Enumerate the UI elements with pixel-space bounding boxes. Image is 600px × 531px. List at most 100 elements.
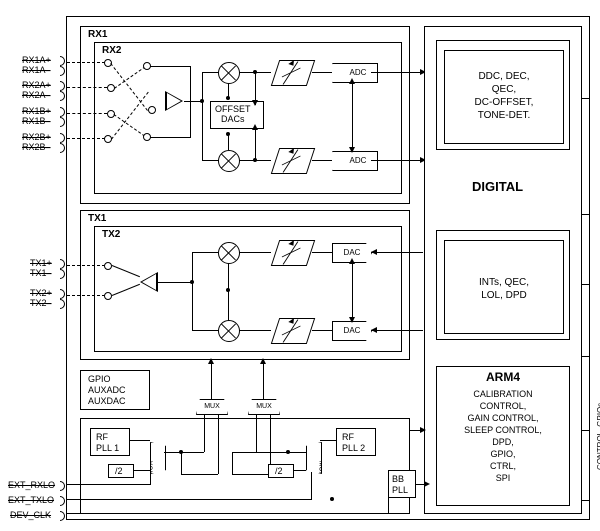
wire [582,500,590,501]
pin-rx2a-plus: RX2A+ [22,80,51,90]
pin-shape [60,299,65,309]
arrow-icon [349,317,355,323]
adc-label: ADC [350,68,367,77]
wire [228,263,229,321]
wire [192,252,218,253]
arrow-icon [371,327,377,333]
arrow-icon [260,358,266,364]
pin-tx2-plus: TX2+ [30,288,52,298]
pin-shape [60,107,65,117]
dashed-line [67,295,105,296]
rf-pll1-label: RF PLL 1 [96,432,119,454]
wire [320,440,336,441]
wire [67,484,150,485]
tx2-label: TX2 [102,230,120,240]
tx1-label: TX1 [88,214,106,224]
wire [311,472,312,500]
node-dot [226,96,230,100]
wire [582,284,590,285]
arrow-icon [252,100,258,106]
wire [312,330,332,331]
wire [312,160,332,161]
pin-rx1b-plus: RX1B+ [22,106,51,116]
dashed-line [67,265,105,266]
dac-block: DAC [332,321,372,341]
arrow-icon [208,358,214,364]
wire [150,462,151,485]
arrow-icon [371,249,377,255]
wire [239,330,271,331]
mux-block: MUX [248,399,280,415]
wire [371,72,423,73]
wire [190,66,191,138]
wire [158,282,192,283]
mux-block: MUX [196,399,228,415]
wire [181,474,218,475]
pin-shape [60,66,65,76]
mixer-icon [218,150,240,172]
wire [202,72,203,160]
wire [582,356,590,357]
pin-shape [60,56,65,66]
dashed-line [67,113,107,114]
rx2-label: RX2 [102,46,121,56]
pin-shape [60,91,65,101]
mux-vert-block: MUX [150,442,166,474]
wire [181,452,182,474]
wire [294,470,306,471]
dashed-line [67,62,105,63]
pa-icon [140,272,158,292]
pin-rx2b-plus: RX2B+ [22,132,51,142]
dac-label: DAC [344,326,361,335]
wire [228,135,229,150]
pin-shape [60,269,65,279]
wire [371,330,423,331]
wire [164,452,204,453]
pin-shape [60,81,65,91]
wire [211,362,212,399]
switch-node [104,292,112,300]
adc-label: ADC [350,156,367,165]
pin-tx1-plus: TX1+ [30,258,52,268]
wire [67,513,388,514]
dashed-line [67,138,105,139]
wire [582,214,590,215]
wire [204,414,205,452]
wire [130,440,150,441]
wire [312,252,332,253]
pin-shape [60,289,65,299]
mux-label: MUX [256,403,272,410]
wire [371,252,423,253]
node-dot [226,288,230,292]
pin-rx1a-minus: RX1A– [22,65,51,75]
arrow-icon [349,147,355,153]
pin-shape [60,496,65,506]
arrow-icon [420,427,426,433]
node-dot [330,497,334,501]
digital-label: DIGITAL [472,182,523,192]
wire [255,128,256,161]
wire [582,98,590,99]
wire [352,82,353,151]
arrow-icon [349,258,355,264]
pin-tx1-minus: TX1– [30,268,52,278]
wire [150,137,190,138]
wire [232,474,268,475]
wire [388,498,389,514]
wire [232,452,233,474]
bb-pll-label: BB PLL [392,474,408,496]
wire [263,362,264,399]
wire [67,499,311,500]
node-dot [226,132,230,136]
wire [352,262,353,321]
node-dot [200,99,204,103]
rx1-label: RX1 [88,30,107,40]
gpio-aux-label: GPIO AUXADC AUXDAC [88,374,126,407]
wire [218,414,219,474]
pin-rx2b-minus: RX2B– [22,142,51,152]
pin-rx1b-minus: RX1B– [22,116,51,126]
mixer-icon [218,320,240,342]
wire [150,66,190,67]
wire [256,414,257,452]
pin-shape [60,511,65,521]
